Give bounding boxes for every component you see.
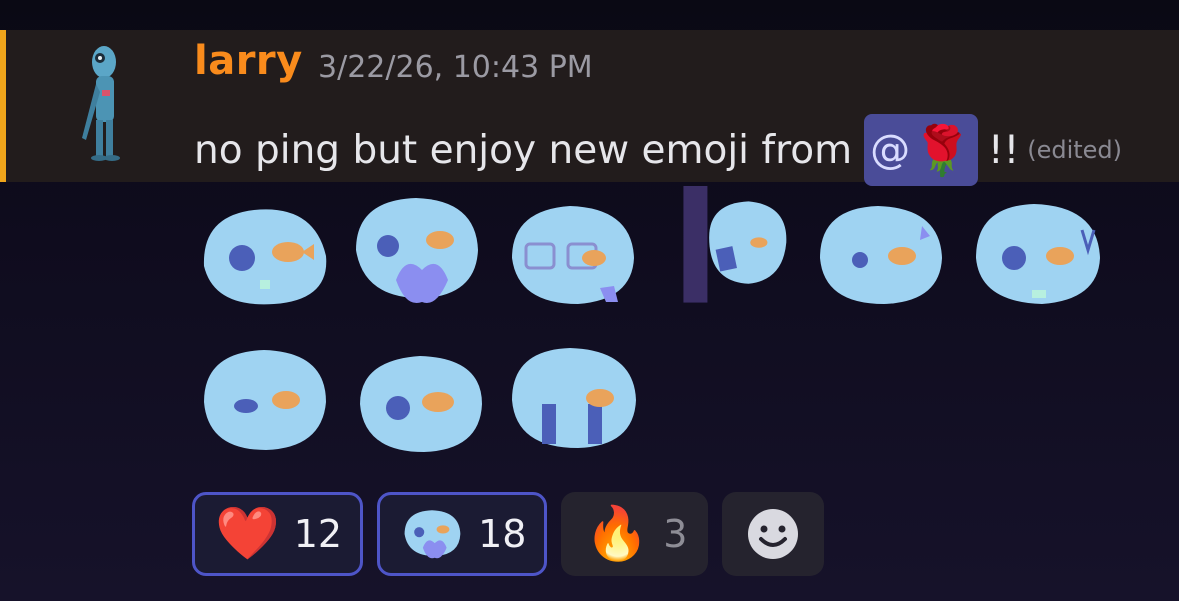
- reaction-count: 12: [293, 512, 343, 556]
- avatar[interactable]: [70, 40, 134, 164]
- emoji-attachment-grid: [190, 186, 1120, 456]
- username[interactable]: larry: [194, 38, 303, 84]
- reaction-fire[interactable]: 🔥 3: [561, 492, 709, 576]
- reaction-count: 18: [478, 512, 527, 556]
- fish-head-emoji-2[interactable]: [346, 190, 486, 310]
- edited-label: (edited): [1027, 136, 1123, 164]
- fire-icon: 🔥: [584, 504, 650, 564]
- fish-head-emoji-7[interactable]: [194, 340, 334, 460]
- message-content: no ping but enjoy new emoji from @ 🌹 !! …: [194, 114, 1122, 186]
- message-text-after: !!: [987, 127, 1020, 173]
- reaction-count: 3: [663, 512, 688, 556]
- reaction-heart[interactable]: ❤️ 12: [192, 492, 364, 576]
- timestamp: 3/22/26, 10:43 PM: [318, 50, 593, 85]
- reactions-bar: ❤️ 12 18 🔥 3: [192, 492, 825, 576]
- rose-emoji: 🌹: [912, 122, 972, 179]
- reaction-custom-emoji[interactable]: 18: [377, 492, 548, 576]
- add-reaction-button[interactable]: [722, 492, 825, 576]
- fish-head-emoji-8[interactable]: [352, 346, 492, 466]
- smiley-icon: [748, 509, 799, 559]
- fish-head-emoji-5[interactable]: [810, 196, 950, 316]
- mention-at: @: [870, 127, 911, 173]
- message-row: larry 3/22/26, 10:43 PM no ping but enjo…: [0, 30, 1179, 186]
- fish-head-icon: [404, 510, 461, 559]
- role-mention[interactable]: @ 🌹: [864, 114, 978, 186]
- fish-head-emoji-1[interactable]: [194, 196, 334, 316]
- fish-head-emoji-4[interactable]: [670, 186, 810, 306]
- message-text: no ping but enjoy new emoji from: [194, 127, 853, 173]
- fish-head-emoji-9[interactable]: [504, 340, 644, 460]
- fish-head-emoji-6[interactable]: [968, 194, 1108, 314]
- heart-icon: ❤️: [215, 504, 280, 564]
- fish-head-emoji-3[interactable]: [504, 196, 644, 316]
